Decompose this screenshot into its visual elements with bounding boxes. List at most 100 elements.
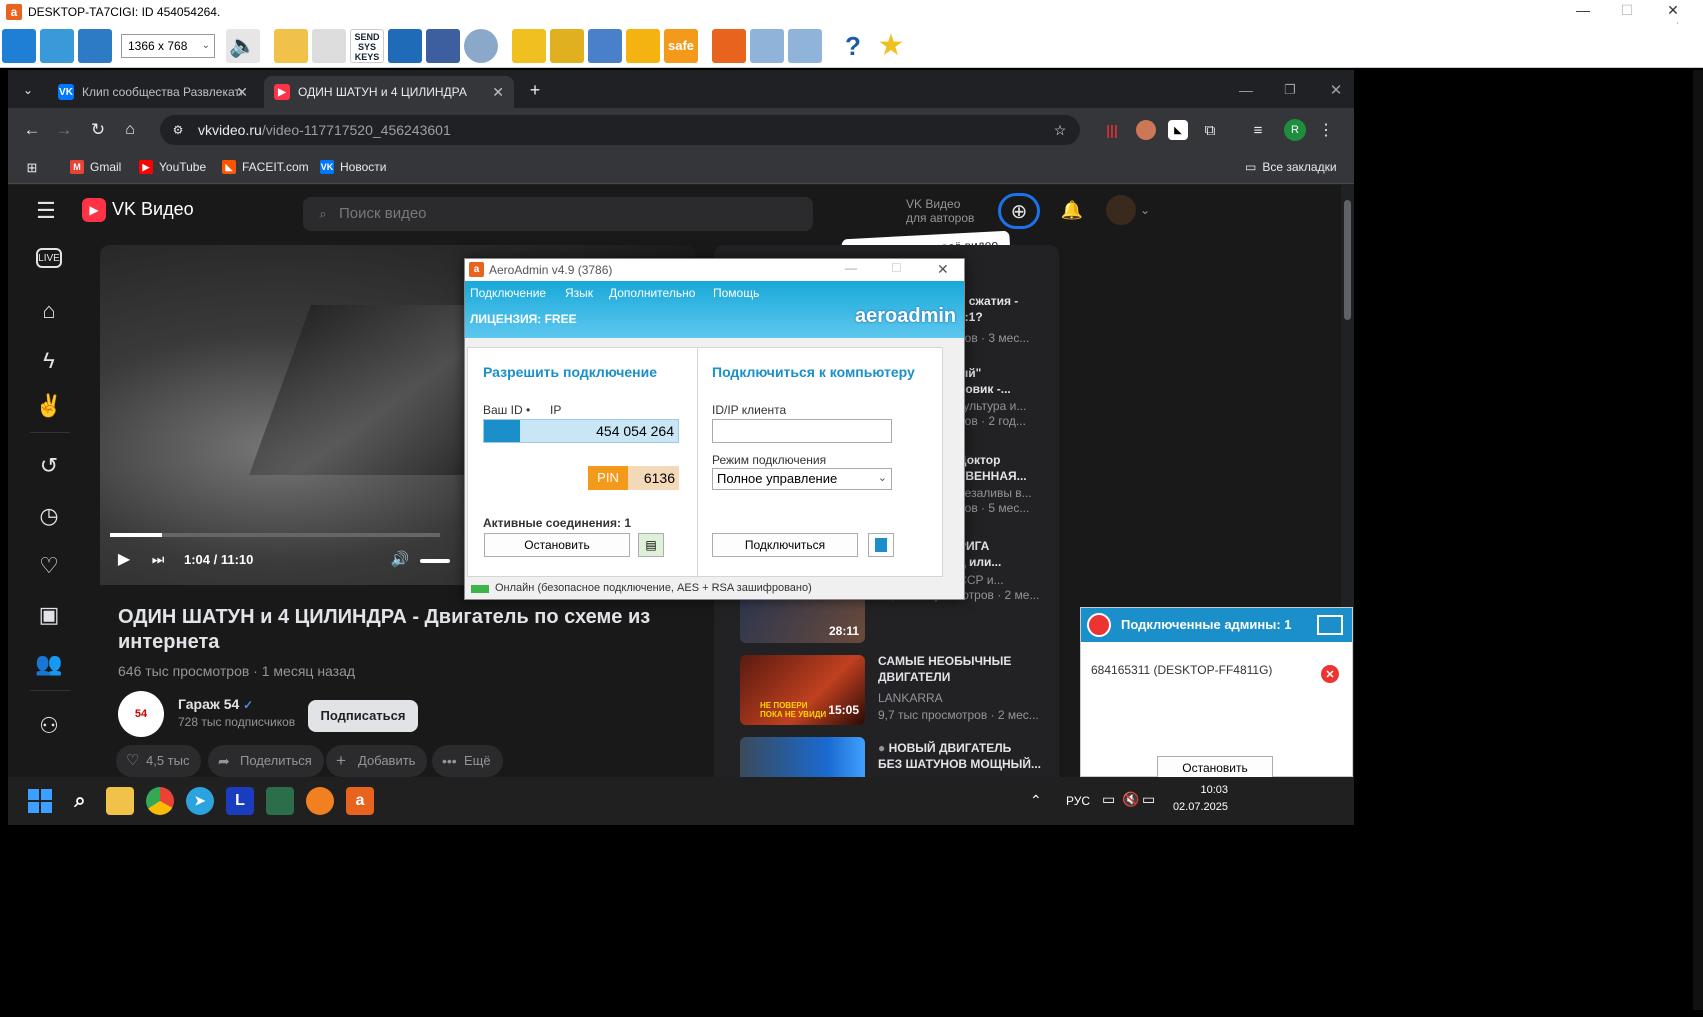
site-info-icon[interactable]: ⚙ bbox=[170, 122, 186, 138]
back-icon[interactable]: ← bbox=[20, 118, 44, 142]
scrollbar-thumb[interactable] bbox=[1344, 200, 1351, 320]
chevron-down-icon[interactable]: ⌄ bbox=[1138, 201, 1152, 219]
screen2-icon[interactable] bbox=[788, 29, 822, 63]
channel-name[interactable]: Гараж 54 ✓ bbox=[178, 696, 253, 712]
battery-icon[interactable]: ▭ bbox=[1142, 791, 1155, 808]
chrome-icon[interactable] bbox=[146, 787, 174, 815]
maximize-icon[interactable]: ☐ bbox=[891, 261, 902, 275]
client-id-input[interactable] bbox=[712, 419, 892, 443]
vkvideo-logo-icon[interactable]: ▶ bbox=[82, 198, 106, 222]
mode-select[interactable]: Полное управление ⌄ bbox=[712, 468, 892, 490]
fit-screen-icon[interactable] bbox=[40, 29, 74, 63]
bookmark-news[interactable]: VK Новости bbox=[320, 160, 386, 174]
bell-icon[interactable]: 🔔 bbox=[1060, 198, 1084, 222]
admins-stop-button[interactable]: Остановить bbox=[1157, 756, 1273, 778]
minimize-icon[interactable]: — bbox=[845, 261, 857, 275]
url-field[interactable]: ⚙ vkvideo.ru/video-117717520_456243601 ☆ bbox=[160, 115, 1080, 145]
more-button[interactable]: ••• Ещё bbox=[432, 745, 503, 777]
clips-icon[interactable]: ✌ bbox=[33, 390, 65, 422]
mute-icon[interactable]: 🔇 bbox=[1122, 791, 1139, 808]
menu-help[interactable]: Помощь bbox=[713, 286, 759, 300]
stop-button[interactable]: Остановить bbox=[484, 533, 630, 557]
related-title[interactable]: САМЫЕ НЕОБЫЧНЫЕ ДВИГАТЕЛИ bbox=[878, 653, 1011, 685]
upload-plus-icon[interactable]: ⊕ bbox=[998, 193, 1040, 229]
network-icon[interactable]: ▭ bbox=[1102, 791, 1115, 808]
profile-avatar[interactable]: R bbox=[1284, 119, 1306, 141]
maximize-icon[interactable]: ☐ bbox=[1612, 2, 1642, 19]
all-bookmarks[interactable]: ▭ Все закладки bbox=[1245, 160, 1337, 174]
extensions-icon[interactable]: ⧉ bbox=[1200, 120, 1220, 140]
power-icon[interactable] bbox=[426, 29, 460, 63]
search-input[interactable]: ⌕ Поиск видео bbox=[303, 197, 813, 231]
home-icon[interactable]: ⌂ bbox=[118, 118, 142, 142]
menu-icon[interactable]: ⋮ bbox=[1316, 120, 1336, 140]
connections-list-icon[interactable]: ▤ bbox=[638, 533, 664, 557]
refresh-icon[interactable] bbox=[626, 29, 660, 63]
close-icon[interactable]: ✕ bbox=[1324, 78, 1348, 102]
heart-icon[interactable]: ♡ bbox=[33, 550, 65, 582]
address-book-icon[interactable] bbox=[868, 533, 894, 557]
next-icon[interactable]: ⏭ bbox=[148, 549, 168, 569]
subscriptions-icon[interactable]: 👥 bbox=[33, 648, 65, 680]
clock-time[interactable]: 10:03 bbox=[1188, 784, 1228, 796]
playlist-icon[interactable]: ▣ bbox=[33, 599, 65, 631]
history-icon[interactable]: ↺ bbox=[33, 450, 65, 482]
tab-list-icon[interactable]: ⌄ bbox=[18, 80, 38, 100]
windows-start-icon[interactable] bbox=[26, 787, 54, 815]
file-explorer-icon[interactable] bbox=[106, 787, 134, 815]
screen-icon[interactable] bbox=[750, 29, 784, 63]
apps-grid-icon[interactable]: ⊞ bbox=[24, 160, 40, 176]
lock-sound-icon[interactable] bbox=[550, 29, 584, 63]
related-title[interactable]: Доктор ТВЕННАЯ... bbox=[958, 452, 1027, 484]
forward-icon[interactable]: → bbox=[52, 118, 76, 142]
restore-icon[interactable]: ❐ bbox=[1278, 78, 1302, 102]
reload-icon[interactable]: ↻ bbox=[86, 118, 110, 142]
subscribe-button[interactable]: Подписаться bbox=[308, 700, 418, 732]
send-keys-icon[interactable]: SEND SYS KEYS bbox=[350, 29, 384, 63]
clock-date[interactable]: 02.07.2025 bbox=[1168, 801, 1228, 813]
share-button[interactable]: ➦ Поделиться bbox=[208, 745, 324, 777]
bookmark-youtube[interactable]: ▶ YouTube bbox=[139, 160, 206, 174]
creator-icon[interactable]: ⚇ bbox=[33, 710, 65, 742]
close-icon[interactable]: ✕ bbox=[937, 261, 949, 278]
media-control-icon[interactable]: ≡ bbox=[1248, 120, 1268, 140]
menu-advanced[interactable]: Дополнительно bbox=[609, 286, 695, 300]
extension-faceit-icon[interactable]: ◣ bbox=[1168, 120, 1188, 140]
telegram-icon[interactable]: ➤ bbox=[186, 787, 214, 815]
help-icon[interactable]: ? bbox=[836, 29, 870, 63]
language-indicator[interactable]: РУС bbox=[1066, 794, 1090, 808]
volume-slider[interactable] bbox=[420, 559, 450, 563]
extension-audio-icon[interactable]: ||| bbox=[1102, 120, 1122, 140]
resolution-select[interactable]: 1366 x 768 ⌄ bbox=[121, 34, 215, 58]
launcher-l-icon[interactable]: L bbox=[226, 787, 254, 815]
close-tab-icon[interactable]: ✕ bbox=[492, 84, 504, 101]
connect-button[interactable]: Подключиться bbox=[712, 533, 858, 557]
fullscreen-icon[interactable] bbox=[2, 29, 36, 63]
app-orange-icon[interactable] bbox=[306, 787, 334, 815]
brand-title[interactable]: VK Видео bbox=[112, 199, 194, 220]
search-icon[interactable]: ⌕ bbox=[66, 787, 94, 815]
scale-icon[interactable] bbox=[78, 29, 112, 63]
tray-chevron-icon[interactable]: ⌃ bbox=[1030, 792, 1042, 809]
text-chat-icon[interactable] bbox=[312, 29, 346, 63]
aeroadmin-taskbar-icon[interactable]: a bbox=[346, 787, 374, 815]
avatar[interactable] bbox=[1106, 195, 1136, 225]
settings-icon[interactable] bbox=[464, 29, 498, 63]
related-title[interactable]: ● НОВЫЙ ДВИГАТЕЛЬ БЕЗ ШАТУНОВ МОЩНЫЙ... bbox=[878, 740, 1041, 772]
add-button[interactable]: + Добавить bbox=[326, 745, 428, 777]
volume-icon[interactable]: 🔊 bbox=[390, 549, 410, 569]
aeroadmin-icon[interactable] bbox=[712, 29, 746, 63]
minimize-icon[interactable]: — bbox=[1568, 2, 1598, 18]
related-title[interactable]: ый" ровик -... bbox=[958, 365, 1011, 397]
screen-share-icon[interactable] bbox=[1317, 615, 1343, 635]
new-tab-icon[interactable]: + bbox=[523, 78, 547, 102]
minimize-icon[interactable]: — bbox=[1234, 78, 1258, 102]
tab-video[interactable]: ▶ ОДИН ШАТУН и 4 ЦИЛИНДРА ✕ bbox=[264, 76, 514, 108]
app-icon[interactable] bbox=[266, 787, 294, 815]
user-icon[interactable] bbox=[588, 29, 622, 63]
star-icon[interactable]: ★ bbox=[874, 29, 908, 63]
related-title[interactable]: ь сжатия - 2:1? bbox=[958, 293, 1018, 325]
menu-hamburger-icon[interactable]: ☰ bbox=[34, 198, 58, 223]
for-authors-link[interactable]: VK Видео для авторов bbox=[906, 197, 974, 225]
close-icon[interactable]: ✕ bbox=[1658, 2, 1688, 19]
